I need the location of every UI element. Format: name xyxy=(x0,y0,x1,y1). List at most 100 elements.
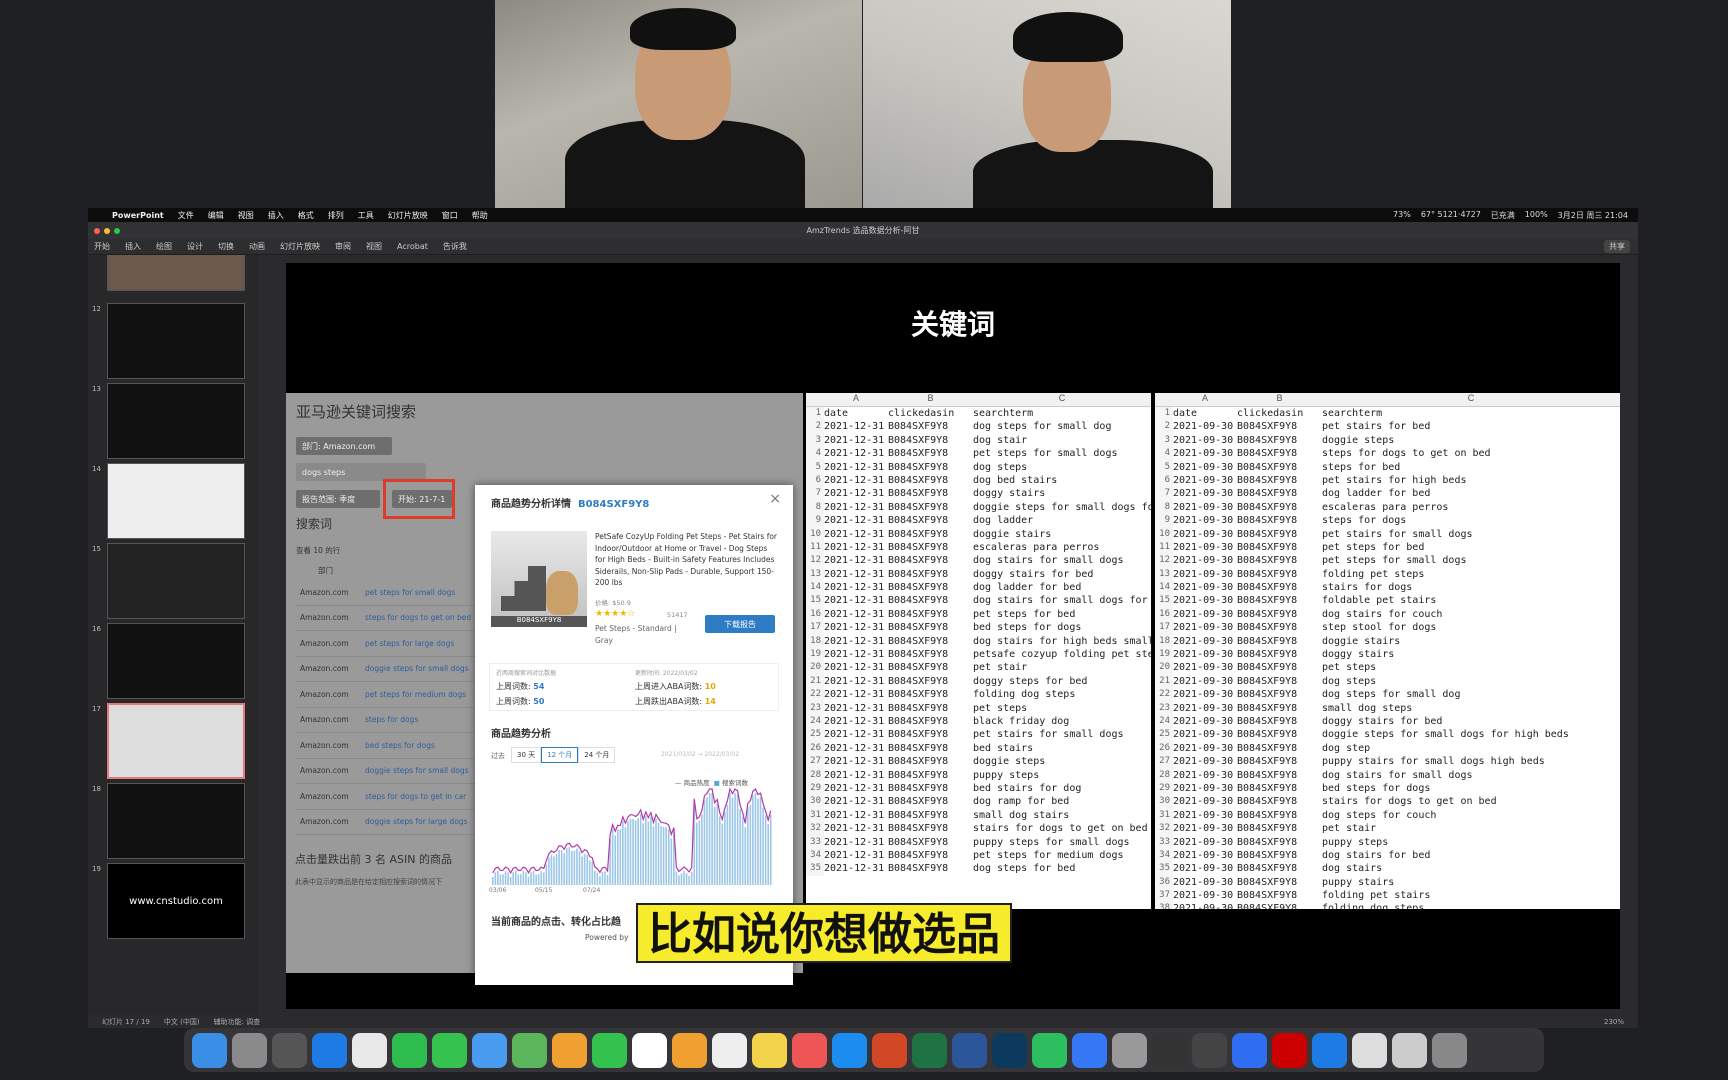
row-number[interactable]: 28 xyxy=(806,768,824,782)
menu-view[interactable]: 视图 xyxy=(238,210,254,221)
date-cell[interactable]: 2021-12-31 xyxy=(824,702,888,715)
sheet-row[interactable]: 31 2021-12-31 B084SXF9Y8 small dog stairs xyxy=(806,808,1151,823)
searchterm-cell[interactable]: folding dog steps xyxy=(973,688,1151,701)
row-number[interactable]: 31 xyxy=(806,808,824,823)
asin-cell[interactable]: B084SXF9Y8 xyxy=(888,581,973,594)
searchterm-cell[interactable]: folding pet steps xyxy=(1322,568,1620,581)
searchterm-cell[interactable]: bed stairs for dog xyxy=(973,782,1151,795)
row-number[interactable]: 31 xyxy=(1155,808,1173,823)
asin-cell[interactable]: B084SXF9Y8 xyxy=(888,474,973,487)
col-a[interactable]: A xyxy=(824,393,888,406)
row-number[interactable]: 5 xyxy=(806,460,824,474)
date-cell[interactable]: 2021-09-30 xyxy=(1173,568,1237,581)
row-number[interactable]: 17 xyxy=(806,621,824,635)
sheet-row[interactable]: 25 2021-09-30 B084SXF9Y8 doggie steps for s… xyxy=(1155,728,1620,742)
tell-me[interactable]: 告诉我 xyxy=(443,241,467,252)
sheet-row[interactable]: 24 2021-12-31 B084SXF9Y8 black friday dog xyxy=(806,714,1151,729)
date-cell[interactable]: 2021-12-31 xyxy=(824,594,888,607)
row-number[interactable]: 34 xyxy=(1155,848,1173,863)
sheet-row[interactable]: 36 2021-09-30 B084SXF9Y8 puppy stairs xyxy=(1155,875,1620,890)
asin-cell[interactable]: B084SXF9Y8 xyxy=(1237,715,1322,728)
date-cell[interactable]: 2021-09-30 xyxy=(1173,742,1237,755)
row-number[interactable]: 4 xyxy=(806,447,824,461)
searchterm-cell[interactable]: pet stair xyxy=(973,661,1151,674)
asin-cell[interactable]: B084SXF9Y8 xyxy=(1237,742,1322,755)
date-cell[interactable]: 2021-12-31 xyxy=(824,862,888,875)
sheet-row[interactable]: 8 2021-12-31 B084SXF9Y8 doggie steps for sm… xyxy=(806,500,1151,515)
term-link[interactable]: steps for dogs to get in car xyxy=(365,792,485,801)
searchterm-cell[interactable]: pet steps xyxy=(1322,661,1620,674)
date-cell[interactable]: 2021-09-30 xyxy=(1173,809,1237,822)
date-cell[interactable]: 2021-12-31 xyxy=(824,447,888,460)
row-number[interactable]: 17 xyxy=(1155,621,1173,635)
row-number[interactable]: 13 xyxy=(1155,567,1173,582)
table-row[interactable]: Amazon.com steps for dogs to get on bed xyxy=(295,606,485,631)
row-number[interactable]: 30 xyxy=(806,795,824,809)
searchterm-cell[interactable]: dog steps for small dog xyxy=(1322,688,1620,701)
tab-home[interactable]: 开始 xyxy=(94,241,110,252)
row-number[interactable]: 23 xyxy=(1155,701,1173,715)
date-cell[interactable]: 2021-12-31 xyxy=(824,541,888,554)
row-number[interactable]: 20 xyxy=(806,661,824,675)
table-row[interactable]: Amazon.com doggie steps for large dogs xyxy=(295,810,485,835)
asin-cell[interactable]: B084SXF9Y8 xyxy=(888,769,973,782)
row-number[interactable]: 10 xyxy=(1155,527,1173,541)
searchterm-cell[interactable]: pet stair xyxy=(1322,822,1620,835)
sheet-row[interactable]: 34 2021-12-31 B084SXF9Y8 pet steps for medi… xyxy=(806,848,1151,863)
asin-cell[interactable]: B084SXF9Y8 xyxy=(1237,688,1322,701)
searchterm-cell[interactable]: dog ladder for bed xyxy=(973,581,1151,594)
sheet-row[interactable]: 2 2021-09-30 B084SXF9Y8 pet stairs for bed xyxy=(1155,420,1620,434)
col-c[interactable]: C xyxy=(1322,393,1620,406)
date-cell[interactable]: 2021-09-30 xyxy=(1173,648,1237,661)
searchterm-cell[interactable]: dog stairs for high beds small dogs xyxy=(973,635,1151,648)
dock-wechat-icon[interactable] xyxy=(392,1032,427,1068)
row-number[interactable]: 9 xyxy=(806,514,824,528)
asin-cell[interactable]: B084SXF9Y8 xyxy=(1237,474,1322,487)
sheet-row[interactable]: 29 2021-12-31 B084SXF9Y8 bed stairs for dog xyxy=(806,781,1151,796)
dock-finder-icon[interactable] xyxy=(192,1032,227,1068)
row-number[interactable]: 4 xyxy=(1155,447,1173,461)
sheet-row[interactable]: 17 2021-09-30 B084SXF9Y8 step stool for dog… xyxy=(1155,621,1620,635)
sheet-row[interactable]: 27 2021-12-31 B084SXF9Y8 doggie steps xyxy=(806,755,1151,769)
asin-cell[interactable]: B084SXF9Y8 xyxy=(1237,782,1322,795)
searchterm-cell[interactable]: dog stairs for bed xyxy=(1322,849,1620,862)
dock-lark-icon[interactable] xyxy=(1072,1032,1107,1068)
sheet-row[interactable]: 18 2021-09-30 B084SXF9Y8 doggie stairs xyxy=(1155,634,1620,649)
searchterm-cell[interactable]: pet steps xyxy=(973,702,1151,715)
term-link[interactable]: bed steps for dogs xyxy=(365,741,485,750)
searchterm-cell[interactable]: steps for dogs to get on bed xyxy=(1322,447,1620,460)
menu-format[interactable]: 格式 xyxy=(298,210,314,221)
menu-insert[interactable]: 插入 xyxy=(268,210,284,221)
searchterm-cell[interactable]: pet steps for small dogs xyxy=(973,447,1151,460)
searchterm-cell[interactable]: doggy stairs xyxy=(973,487,1151,500)
row-number[interactable]: 22 xyxy=(1155,688,1173,702)
row-number[interactable]: 13 xyxy=(806,567,824,582)
row-number[interactable]: 15 xyxy=(1155,594,1173,608)
searchterm-cell[interactable]: pet steps for medium dogs xyxy=(973,849,1151,862)
row-number[interactable]: 29 xyxy=(1155,781,1173,796)
period-24m[interactable]: 24 个月 xyxy=(578,747,616,763)
row-number[interactable]: 22 xyxy=(806,688,824,702)
date-cell[interactable]: 2021-09-30 xyxy=(1173,728,1237,741)
sheet-row[interactable]: 21 2021-12-31 B084SXF9Y8 doggy steps for be… xyxy=(806,674,1151,689)
sheet-row[interactable]: 11 2021-12-31 B084SXF9Y8 escaleras para per… xyxy=(806,540,1151,555)
date-cell[interactable]: 2021-09-30 xyxy=(1173,675,1237,688)
row-number[interactable]: 11 xyxy=(1155,540,1173,555)
date-cell[interactable]: 2021-12-31 xyxy=(824,554,888,567)
row-number[interactable]: 36 xyxy=(1155,875,1173,890)
date-cell[interactable]: 2021-09-30 xyxy=(1173,514,1237,527)
dock-audio-icon[interactable] xyxy=(1192,1032,1227,1068)
asin-cell[interactable]: B084SXF9Y8 xyxy=(1237,461,1322,474)
zoom-level[interactable]: 230% xyxy=(1604,1018,1638,1026)
asin-cell[interactable]: B084SXF9Y8 xyxy=(888,728,973,741)
asin-cell[interactable]: B084SXF9Y8 xyxy=(888,528,973,541)
searchterm-cell[interactable]: puppy steps xyxy=(973,769,1151,782)
searchterm-cell[interactable]: escaleras para perros xyxy=(1322,501,1620,514)
date-cell[interactable]: 2021-09-30 xyxy=(1173,434,1237,447)
table-row[interactable]: Amazon.com pet steps for small dogs xyxy=(295,580,485,606)
asin-cell[interactable]: B084SXF9Y8 xyxy=(1237,755,1322,768)
searchterm-cell[interactable]: puppy steps xyxy=(1322,836,1620,849)
date-cell[interactable]: 2021-09-30 xyxy=(1173,876,1237,889)
row-number[interactable]: 16 xyxy=(1155,607,1173,622)
tab-draw[interactable]: 绘图 xyxy=(156,241,172,252)
